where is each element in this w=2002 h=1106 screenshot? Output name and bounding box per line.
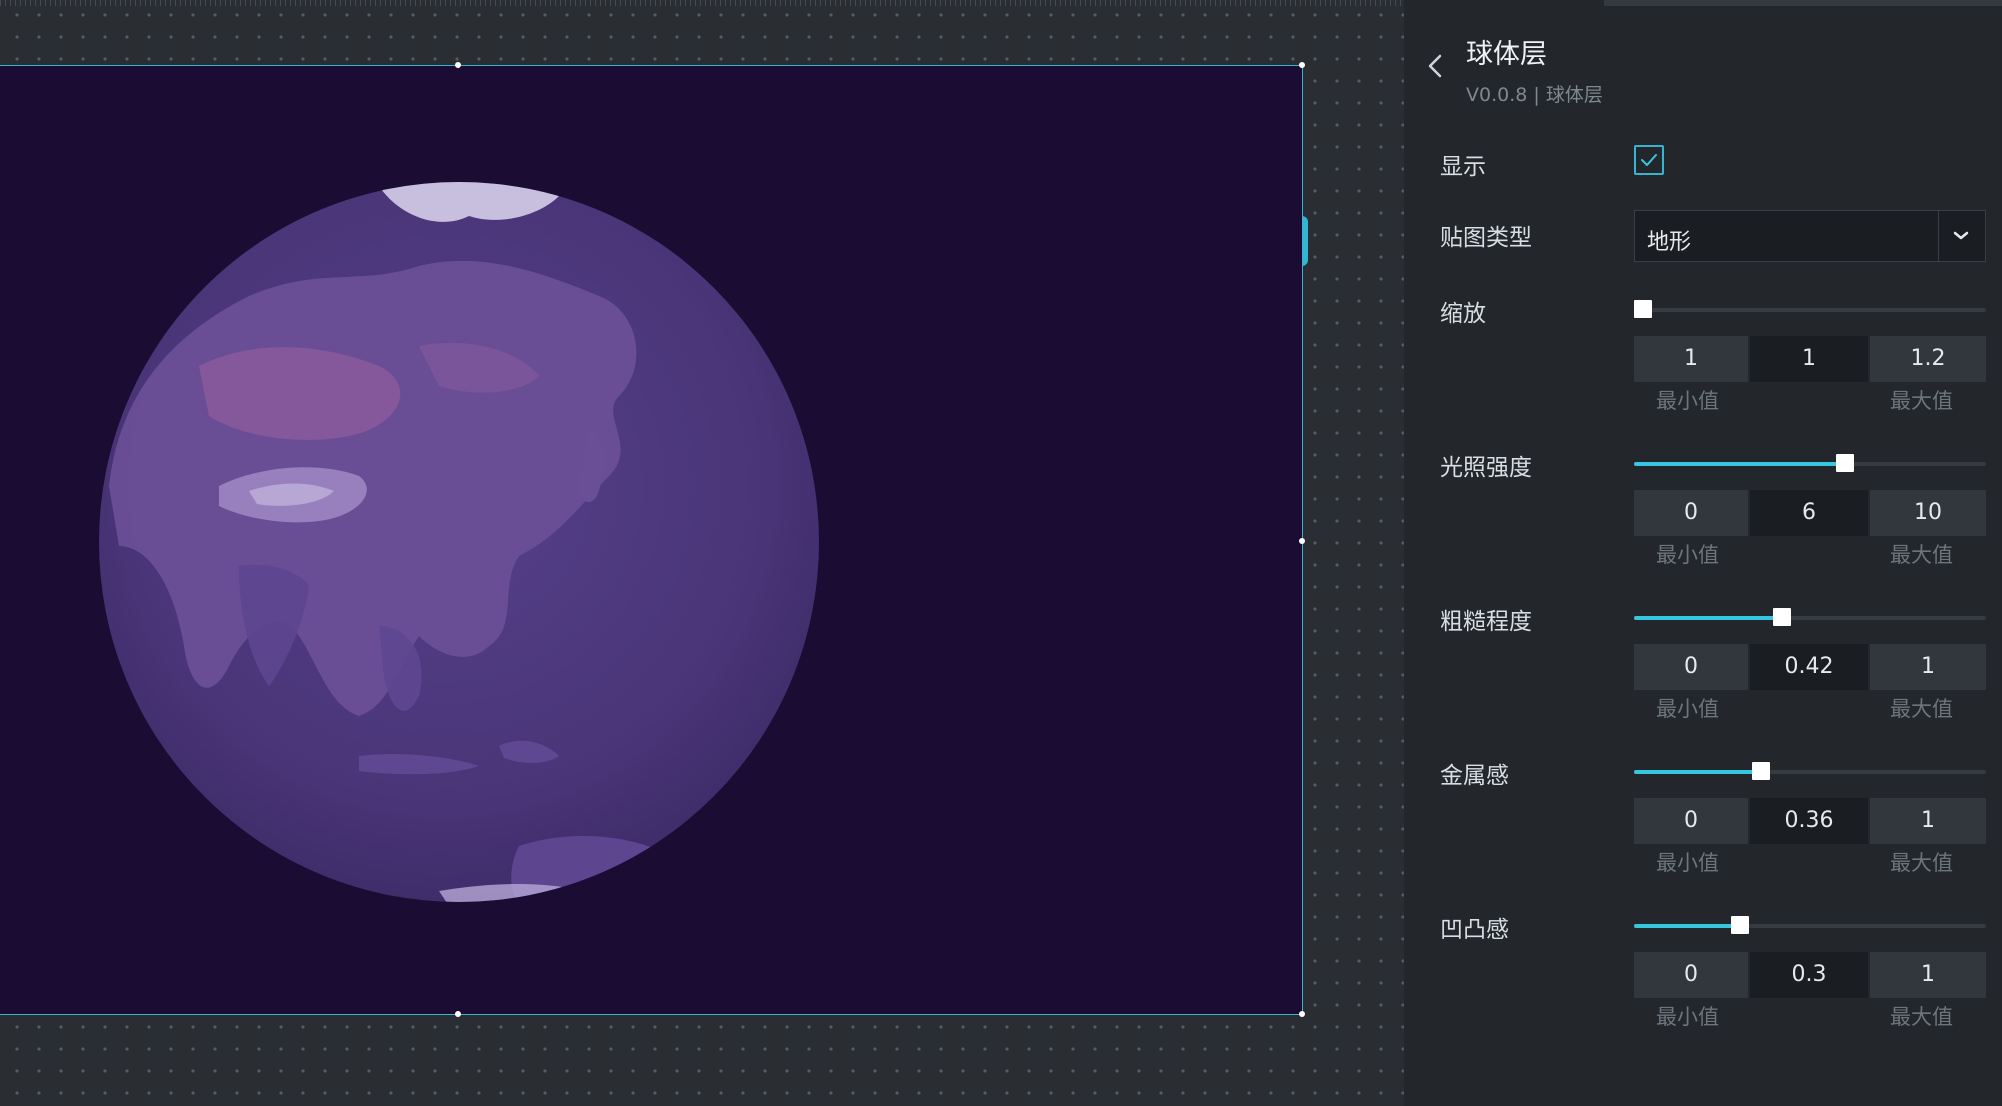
metalness-slider-fill (1634, 770, 1761, 774)
roughness-slider-fill (1634, 616, 1782, 620)
chevron-down-icon (1953, 231, 1969, 240)
roughness-label: 粗糙程度 (1440, 609, 1532, 635)
min-caption: 最小值 (1656, 1005, 1719, 1029)
resize-handle-top-right[interactable] (1299, 62, 1305, 68)
resize-handle-right[interactable] (1299, 538, 1305, 544)
panel-subtitle: V0.0.8 | 球体层 (1466, 84, 1603, 106)
roughness-min-input[interactable]: 0 (1634, 644, 1748, 690)
back-arrow-icon[interactable] (1424, 52, 1448, 80)
bumpiness-value-input[interactable]: 0.3 (1750, 952, 1868, 998)
map-type-value: 地形 (1647, 230, 1692, 255)
resize-handle-top[interactable] (455, 62, 461, 68)
min-caption: 最小值 (1656, 389, 1719, 413)
map-type-dropdown-button[interactable] (1938, 211, 1985, 261)
scale-label: 缩放 (1440, 301, 1486, 327)
checkmark-icon (1641, 154, 1657, 166)
bumpiness-slider-thumb[interactable] (1730, 916, 1749, 934)
roughness-slider-thumb[interactable] (1772, 608, 1791, 626)
light-intensity-inputs: 0 6 10 最小值 最大值 (1634, 490, 1986, 567)
panel-top-bar (1604, 0, 2002, 6)
light-intensity-slider[interactable] (1634, 454, 1986, 472)
light-intensity-value-input[interactable]: 6 (1750, 490, 1868, 536)
metalness-max-input[interactable]: 1 (1870, 798, 1986, 844)
display-checkbox[interactable] (1634, 145, 1664, 175)
editor-canvas[interactable] (0, 0, 1404, 1106)
roughness-value-input[interactable]: 0.42 (1750, 644, 1868, 690)
metalness-value-input[interactable]: 0.36 (1750, 798, 1868, 844)
min-caption: 最小值 (1656, 543, 1719, 567)
bumpiness-slider-fill (1634, 924, 1740, 928)
resize-handle-bottom-right[interactable] (1299, 1011, 1305, 1017)
scale-max-input[interactable]: 1.2 (1870, 336, 1986, 382)
metalness-inputs: 0 0.36 1 最小值 最大值 (1634, 798, 1986, 875)
light-intensity-slider-thumb[interactable] (1836, 454, 1855, 472)
bumpiness-max-input[interactable]: 1 (1870, 952, 1986, 998)
metalness-slider[interactable] (1634, 762, 1986, 780)
panel-title: 球体层 (1466, 39, 1547, 70)
roughness-slider[interactable] (1634, 608, 1986, 626)
min-caption: 最小值 (1656, 697, 1719, 721)
globe-component-frame[interactable] (0, 62, 1308, 1017)
scale-min-input[interactable]: 1 (1634, 336, 1748, 382)
bumpiness-slider[interactable] (1634, 916, 1986, 934)
map-type-label: 贴图类型 (1440, 225, 1532, 251)
light-intensity-max-input[interactable]: 10 (1870, 490, 1986, 536)
max-caption: 最大值 (1890, 389, 1953, 413)
scale-value-input[interactable]: 1 (1750, 336, 1868, 382)
scale-slider[interactable] (1634, 300, 1986, 318)
bumpiness-inputs: 0 0.3 1 最小值 最大值 (1634, 952, 1986, 1029)
display-label: 显示 (1440, 154, 1486, 180)
config-panel: 球体层 V0.0.8 | 球体层 显示 贴图类型 地形 缩放 1 1 1.2 最… (1404, 0, 2002, 1106)
globe-visual (99, 182, 819, 902)
metalness-min-input[interactable]: 0 (1634, 798, 1748, 844)
max-caption: 最大值 (1890, 543, 1953, 567)
max-caption: 最大值 (1890, 851, 1953, 875)
light-intensity-min-input[interactable]: 0 (1634, 490, 1748, 536)
scale-slider-thumb[interactable] (1634, 300, 1652, 318)
bumpiness-min-input[interactable]: 0 (1634, 952, 1748, 998)
top-ruler (0, 0, 1404, 6)
max-caption: 最大值 (1890, 697, 1953, 721)
roughness-max-input[interactable]: 1 (1870, 644, 1986, 690)
metalness-label: 金属感 (1440, 763, 1509, 789)
roughness-inputs: 0 0.42 1 最小值 最大值 (1634, 644, 1986, 721)
max-caption: 最大值 (1890, 1005, 1953, 1029)
light-intensity-label: 光照强度 (1440, 455, 1532, 481)
map-type-select[interactable]: 地形 (1634, 210, 1986, 262)
resize-handle-bottom[interactable] (455, 1011, 461, 1017)
min-caption: 最小值 (1656, 851, 1719, 875)
rotate-handle[interactable] (1302, 216, 1308, 266)
bumpiness-label: 凹凸感 (1440, 917, 1509, 943)
light-intensity-slider-fill (1634, 462, 1846, 466)
scale-inputs: 1 1 1.2 最小值 最大值 (1634, 336, 1986, 413)
metalness-slider-thumb[interactable] (1751, 762, 1770, 780)
